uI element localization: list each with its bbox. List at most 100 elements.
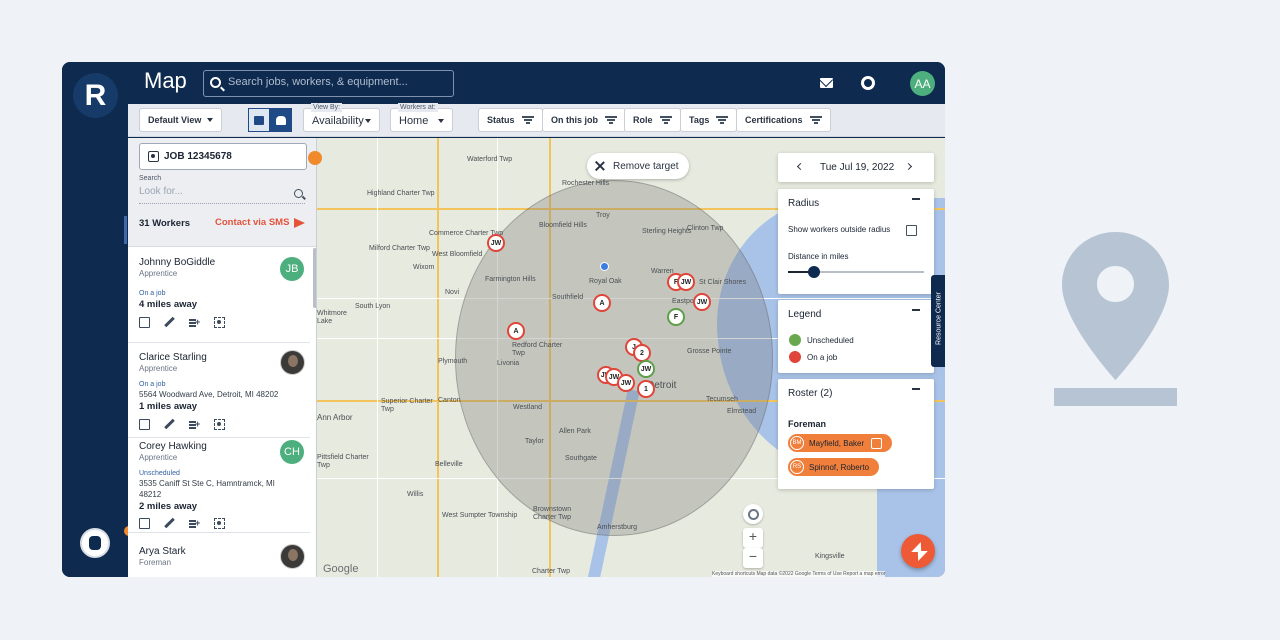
map-road bbox=[377, 138, 378, 577]
google-logo: Google bbox=[323, 563, 359, 575]
roster-chip[interactable]: BM Mayfield, Baker bbox=[788, 434, 893, 452]
tags-filter-label: Tags bbox=[689, 115, 710, 125]
town-label: Grosse Pointe bbox=[687, 348, 732, 355]
roster-initials: BM bbox=[790, 436, 804, 450]
assistant-avatar[interactable] bbox=[80, 528, 110, 558]
location-pin-base bbox=[1054, 388, 1177, 406]
worker-address: 5564 Woodward Ave, Detroit, MI 48202 bbox=[139, 390, 279, 399]
zoom-out-button[interactable]: − bbox=[743, 548, 763, 568]
focus-icon[interactable] bbox=[214, 419, 225, 430]
job-selector[interactable]: JOB 12345678 bbox=[139, 143, 307, 170]
show-outside-checkbox[interactable] bbox=[906, 225, 917, 236]
worker-status: On a job bbox=[139, 381, 166, 388]
worker-pin[interactable]: A bbox=[507, 322, 525, 340]
view-by-caption: View By: bbox=[311, 103, 343, 112]
edit-icon[interactable] bbox=[164, 317, 175, 328]
legend-swatch-unscheduled bbox=[789, 334, 801, 346]
open-external-icon[interactable] bbox=[139, 518, 150, 529]
town-label: St Clair Shores bbox=[699, 279, 747, 286]
add-to-list-icon[interactable] bbox=[189, 518, 200, 529]
worker-pin[interactable]: JW bbox=[617, 374, 635, 392]
roster-initials: RS bbox=[790, 460, 804, 474]
town-label: Highland Charter Twp bbox=[367, 190, 435, 197]
worker-search-input[interactable]: Look for... bbox=[139, 186, 305, 204]
global-search[interactable] bbox=[203, 70, 454, 97]
worker-pin[interactable]: F bbox=[667, 308, 685, 326]
avatar bbox=[280, 350, 305, 375]
worker-pin[interactable]: JW bbox=[677, 273, 695, 291]
app-logo[interactable]: R bbox=[73, 73, 118, 118]
contact-sms-link[interactable]: Contact via SMS bbox=[215, 217, 289, 228]
worker-pin[interactable]: JW bbox=[487, 234, 505, 252]
worker-name: Clarice Starling bbox=[139, 352, 207, 363]
status-filter-button[interactable]: Status bbox=[478, 108, 543, 132]
certifications-filter-button[interactable]: Certifications bbox=[736, 108, 831, 132]
worker-count: 31 Workers bbox=[139, 218, 191, 229]
chevron-right-icon[interactable] bbox=[904, 162, 913, 171]
people-icon bbox=[276, 115, 286, 125]
worker-card[interactable]: Johnny BoGiddle Apprentice JB On a job 4… bbox=[128, 248, 310, 343]
worker-pin[interactable]: JW bbox=[693, 293, 711, 311]
worker-pin[interactable]: JW bbox=[637, 360, 655, 378]
roster-chip[interactable]: RS Spinnof, Roberto bbox=[788, 458, 880, 476]
default-view-button[interactable]: Default View bbox=[139, 108, 223, 132]
roster-name: Mayfield, Baker bbox=[809, 438, 865, 448]
worker-card[interactable]: Corey Hawking Apprentice CH Unscheduled … bbox=[128, 438, 310, 533]
focus-icon[interactable] bbox=[214, 518, 225, 529]
zoom-in-button[interactable]: + bbox=[743, 528, 763, 548]
legend-card: Legend Unscheduled On a job bbox=[778, 300, 934, 373]
worker-name: Johnny BoGiddle bbox=[139, 257, 216, 268]
worker-pin[interactable]: 1 bbox=[637, 380, 655, 398]
open-external-icon[interactable] bbox=[139, 419, 150, 430]
edit-icon[interactable] bbox=[164, 518, 175, 529]
worker-pin[interactable]: 2 bbox=[633, 344, 651, 362]
workers-at-select[interactable]: Workers at: Home bbox=[390, 103, 453, 132]
town-label: Ann Arbor bbox=[317, 413, 353, 422]
worker-role: Foreman bbox=[139, 558, 172, 567]
map-attribution[interactable]: Keyboard shortcuts Map data ©2022 Google… bbox=[712, 571, 886, 577]
gear-icon[interactable] bbox=[861, 76, 875, 90]
close-icon bbox=[595, 161, 605, 171]
roster-group-label: Foreman bbox=[788, 419, 827, 429]
filter-icon bbox=[521, 116, 534, 124]
minimize-icon[interactable] bbox=[912, 309, 920, 311]
add-to-list-icon[interactable] bbox=[189, 419, 200, 430]
calendar-icon[interactable] bbox=[871, 437, 883, 449]
chevron-left-icon[interactable] bbox=[796, 162, 805, 171]
add-to-list-icon[interactable] bbox=[189, 317, 200, 328]
minimize-icon[interactable] bbox=[912, 198, 920, 200]
mail-icon[interactable] bbox=[820, 78, 833, 88]
toolbar: Default View View By: Availability Worke… bbox=[128, 103, 945, 137]
edit-icon[interactable] bbox=[164, 419, 175, 430]
minimize-icon[interactable] bbox=[912, 388, 920, 390]
worker-card[interactable]: Arya Stark Foreman bbox=[128, 533, 310, 577]
filter-icon bbox=[605, 116, 617, 124]
building-icon bbox=[254, 115, 264, 125]
workers-at-value: Home bbox=[399, 115, 429, 127]
town-label: Royal Oak bbox=[589, 278, 622, 285]
people-view-toggle[interactable] bbox=[270, 108, 292, 132]
panel-collapse-handle[interactable] bbox=[308, 151, 322, 165]
user-avatar[interactable]: AA bbox=[910, 71, 935, 96]
open-external-icon[interactable] bbox=[139, 317, 150, 328]
target-icon bbox=[148, 151, 159, 162]
town-label: Plymouth bbox=[438, 358, 468, 365]
town-label: Taylor bbox=[525, 438, 544, 445]
role-filter-button[interactable]: Role bbox=[624, 108, 681, 132]
resource-center-tab[interactable]: Resource Center bbox=[931, 275, 945, 367]
view-by-select[interactable]: View By: Availability bbox=[303, 103, 380, 132]
worker-card[interactable]: Clarice Starling Apprentice On a job 556… bbox=[128, 343, 310, 438]
worker-pin[interactable]: A bbox=[593, 294, 611, 312]
my-location-icon[interactable] bbox=[743, 504, 763, 524]
on-this-job-filter-button[interactable]: On this job bbox=[542, 108, 626, 132]
focus-icon[interactable] bbox=[214, 317, 225, 328]
radius-slider-handle[interactable] bbox=[807, 266, 820, 278]
worker-status: On a job bbox=[139, 290, 166, 297]
quick-action-button[interactable] bbox=[901, 534, 935, 568]
remove-target-button[interactable]: Remove target bbox=[587, 153, 689, 179]
worker-role: Apprentice bbox=[139, 453, 178, 462]
send-icon[interactable] bbox=[294, 218, 305, 228]
list-view-toggle[interactable] bbox=[248, 108, 270, 132]
global-search-input[interactable] bbox=[228, 76, 448, 88]
tags-filter-button[interactable]: Tags bbox=[680, 108, 738, 132]
